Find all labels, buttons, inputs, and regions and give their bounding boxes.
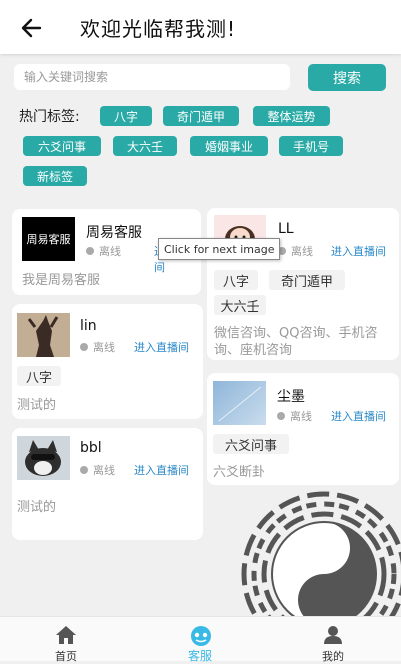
yin-yang-icon	[241, 491, 401, 622]
tab-label: 首页	[55, 650, 77, 663]
tab-label: 我的	[322, 650, 344, 663]
live-room-link[interactable]: 进入直播间	[134, 462, 189, 478]
status-text: 离线	[93, 341, 115, 354]
card-desc: 我是周易客服	[22, 273, 101, 288]
card-name: 周易客服	[86, 225, 142, 241]
search-button[interactable]: 搜索	[308, 64, 386, 91]
status-badge: 离线	[80, 339, 115, 355]
avatar	[17, 436, 70, 480]
card-name: LL	[278, 221, 294, 237]
tab-label: 客服	[187, 649, 212, 663]
page-title: 欢迎光临帮我测!	[80, 17, 237, 41]
bottom-tab-bar: 首页 客服 我的	[0, 616, 401, 663]
card-desc: 测试的	[17, 500, 57, 515]
offline-dot-icon	[86, 247, 94, 255]
status-badge: 离线	[80, 462, 115, 478]
tab-mine[interactable]: 我的	[293, 617, 373, 663]
avatar	[213, 381, 266, 425]
tooltip: Click for next image	[158, 238, 281, 260]
back-arrow-icon[interactable]	[18, 14, 46, 42]
tab-home[interactable]: 首页	[26, 617, 106, 663]
dog-avatar-icon	[17, 436, 70, 480]
offline-dot-icon	[277, 412, 285, 420]
avatar: 周易客服	[22, 217, 75, 261]
card-tag: 八字	[214, 270, 258, 290]
avatar	[17, 313, 70, 357]
status-badge: 离线	[86, 243, 121, 259]
live-room-link[interactable]: 进入直播间	[134, 339, 189, 355]
offline-dot-icon	[80, 466, 88, 474]
offline-dot-icon	[80, 343, 88, 351]
card-tag: 大六壬	[214, 295, 266, 315]
service-card[interactable]: 尘墨 离线 进入直播间 六爻问事 六爻断卦	[207, 373, 399, 485]
hot-tags-label: 热门标签:	[19, 109, 80, 125]
tag-qimen[interactable]: 奇门遁甲	[163, 106, 239, 126]
card-tag: 八字	[17, 366, 61, 386]
tag-phone-number[interactable]: 手机号	[279, 136, 343, 156]
status-text: 离线	[93, 464, 115, 477]
tag-daliuren[interactable]: 大六壬	[113, 136, 177, 156]
user-icon	[324, 626, 342, 644]
service-card[interactable]: bbl 离线 进入直播间 测试的	[12, 428, 203, 540]
status-badge: 离线	[278, 243, 313, 259]
status-text: 离线	[290, 410, 312, 423]
status-text: 离线	[291, 245, 313, 258]
tag-liuyao[interactable]: 六爻问事	[23, 136, 101, 156]
home-icon	[56, 626, 76, 644]
service-card[interactable]: lin 离线 进入直播间 八字 测试的	[12, 304, 203, 419]
live-room-link[interactable]: 进入直播间	[331, 408, 386, 424]
header-bar: 欢迎光临帮我测!	[0, 0, 401, 54]
status-badge: 离线	[277, 408, 312, 424]
status-text: 离线	[99, 245, 121, 258]
tag-marriage-career[interactable]: 婚姻事业	[190, 136, 268, 156]
statue-avatar-icon	[17, 313, 70, 357]
tag-new[interactable]: 新标签	[23, 166, 87, 186]
sky-avatar-icon	[218, 386, 262, 422]
live-room-link[interactable]: 进入直播间	[331, 243, 386, 259]
card-desc: 测试的	[17, 398, 57, 413]
tag-bazi[interactable]: 八字	[100, 106, 152, 126]
tab-service[interactable]: 客服	[160, 617, 240, 663]
card-name: bbl	[80, 440, 102, 456]
service-card[interactable]: LL 离线 进入直播间 八字 奇门遁甲 大六壬 微信咨询、QQ咨询、手机咨询、座…	[207, 208, 399, 360]
card-name: 尘墨	[277, 389, 305, 405]
card-desc: 微信咨询、QQ咨询、手机咨询、座机咨询	[214, 326, 378, 358]
card-name: lin	[80, 318, 97, 334]
card-desc: 六爻断卦	[213, 465, 266, 480]
service-icon	[191, 626, 211, 646]
card-tag: 奇门遁甲	[269, 270, 345, 290]
search-input[interactable]	[14, 64, 290, 90]
card-tag: 六爻问事	[213, 434, 289, 454]
tag-fortune[interactable]: 整体运势	[253, 106, 330, 126]
